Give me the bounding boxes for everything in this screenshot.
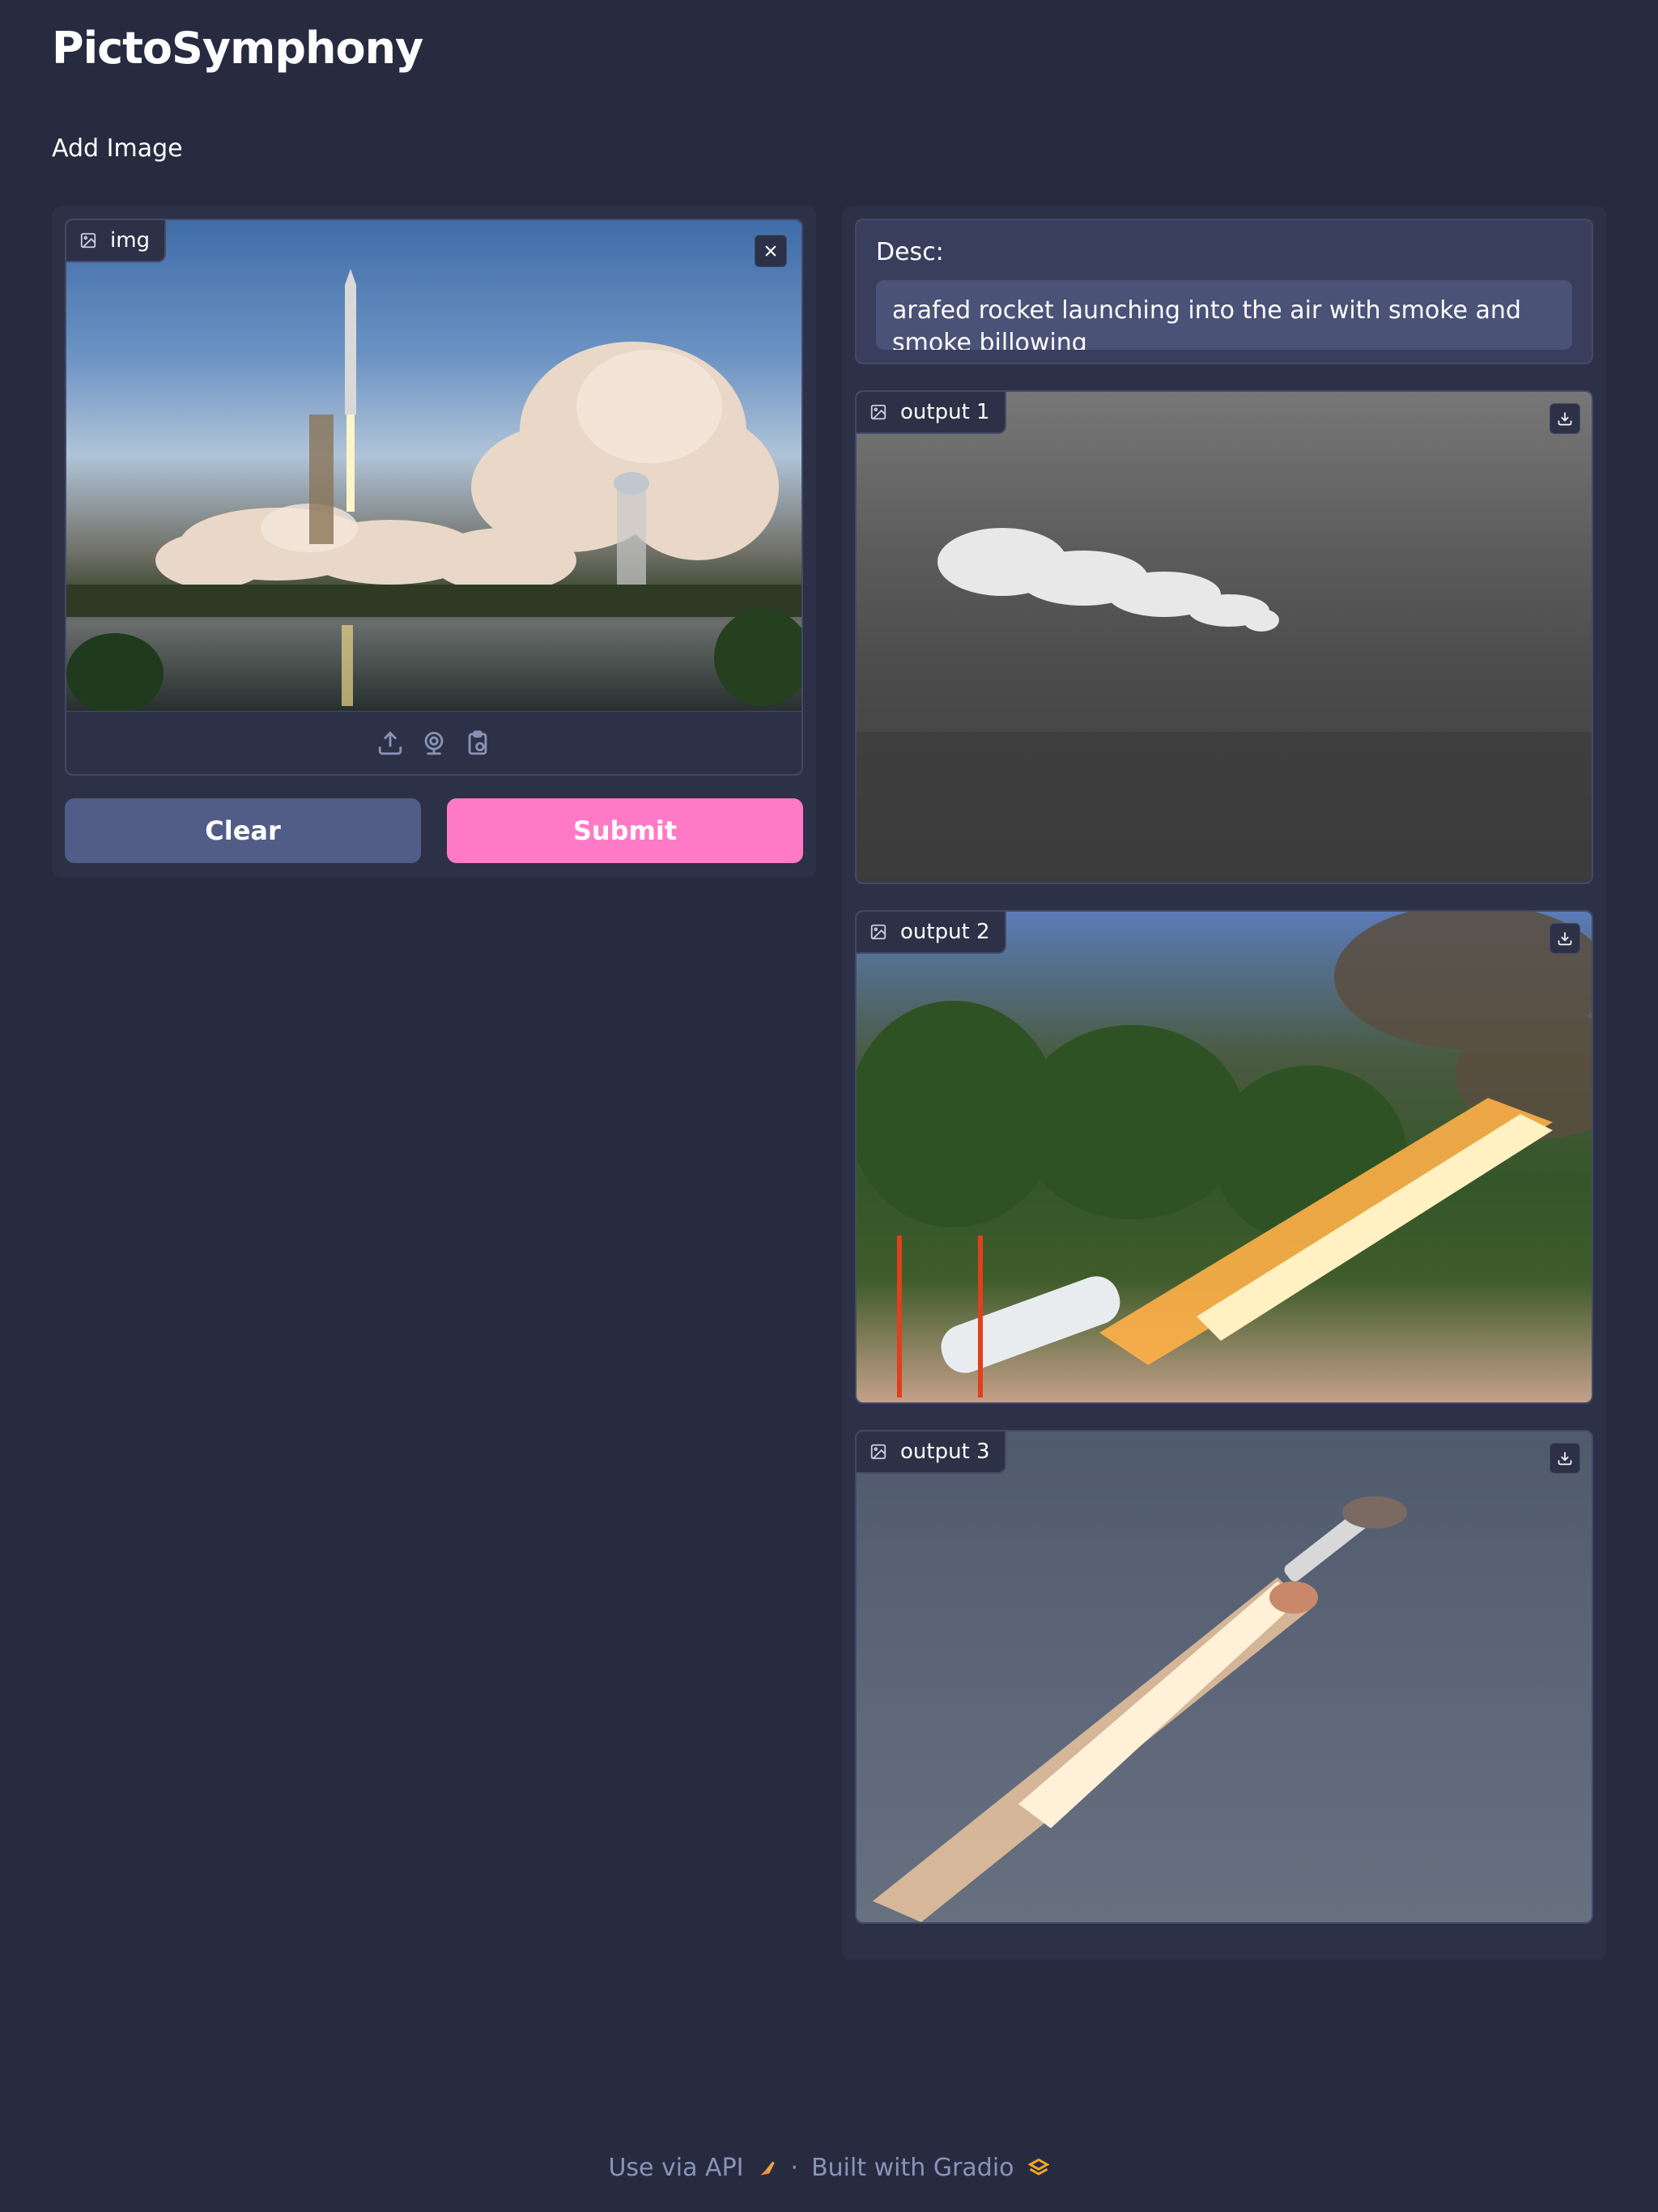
download-button[interactable]: [1550, 403, 1580, 434]
clipboard-icon[interactable]: [464, 730, 491, 757]
app-title: PictoSymphony: [52, 23, 423, 74]
image-icon: [870, 404, 886, 420]
input-label: img: [110, 228, 151, 253]
download-icon: [1558, 1452, 1572, 1465]
output-image-2: output 2: [855, 910, 1593, 1404]
output-3-label: output 3: [900, 1440, 990, 1464]
image-source-bar: [66, 711, 801, 774]
gradio-logo-icon: [1027, 2158, 1050, 2176]
image-input[interactable]: img: [65, 219, 803, 776]
output-2-label: output 2: [900, 920, 990, 944]
footer: Use via API · Built with Gradio: [0, 2154, 1658, 2182]
download-button[interactable]: [1550, 1443, 1580, 1474]
output-panel: Desc: arafed rocket launching into the a…: [842, 206, 1606, 1959]
input-panel: img Clear Submit: [52, 206, 816, 878]
output-image-3: output 3: [855, 1430, 1593, 1924]
use-api-link[interactable]: Use via API: [608, 2154, 743, 2182]
download-icon: [1558, 412, 1572, 426]
section-heading: Add Image: [52, 134, 183, 163]
output-1-label-badge: output 1: [857, 392, 1006, 434]
upload-icon[interactable]: [376, 730, 404, 757]
input-label-badge: img: [66, 220, 167, 262]
image-icon: [870, 924, 886, 940]
clear-image-button[interactable]: [755, 235, 787, 267]
built-with-gradio-link[interactable]: Built with Gradio: [811, 2154, 1014, 2182]
output-image-1: output 1: [855, 390, 1593, 884]
download-button[interactable]: [1550, 923, 1580, 954]
output-2-label-badge: output 2: [857, 912, 1006, 954]
input-image: [66, 220, 801, 711]
output-1-label: output 1: [900, 400, 990, 424]
webcam-icon[interactable]: [420, 730, 448, 757]
output-3-label-badge: output 3: [857, 1431, 1006, 1474]
image-icon: [80, 232, 96, 249]
download-icon: [1558, 932, 1572, 946]
submit-button[interactable]: Submit: [447, 798, 803, 863]
desc-value[interactable]: arafed rocket launching into the air wit…: [876, 280, 1572, 350]
desc-textbox: Desc: arafed rocket launching into the a…: [855, 219, 1593, 364]
image-icon: [870, 1444, 886, 1460]
close-icon: [765, 245, 776, 257]
rocket-icon: [759, 2160, 775, 2176]
footer-separator: ·: [790, 2154, 799, 2182]
desc-label: Desc:: [876, 238, 944, 266]
clear-button[interactable]: Clear: [65, 798, 421, 863]
